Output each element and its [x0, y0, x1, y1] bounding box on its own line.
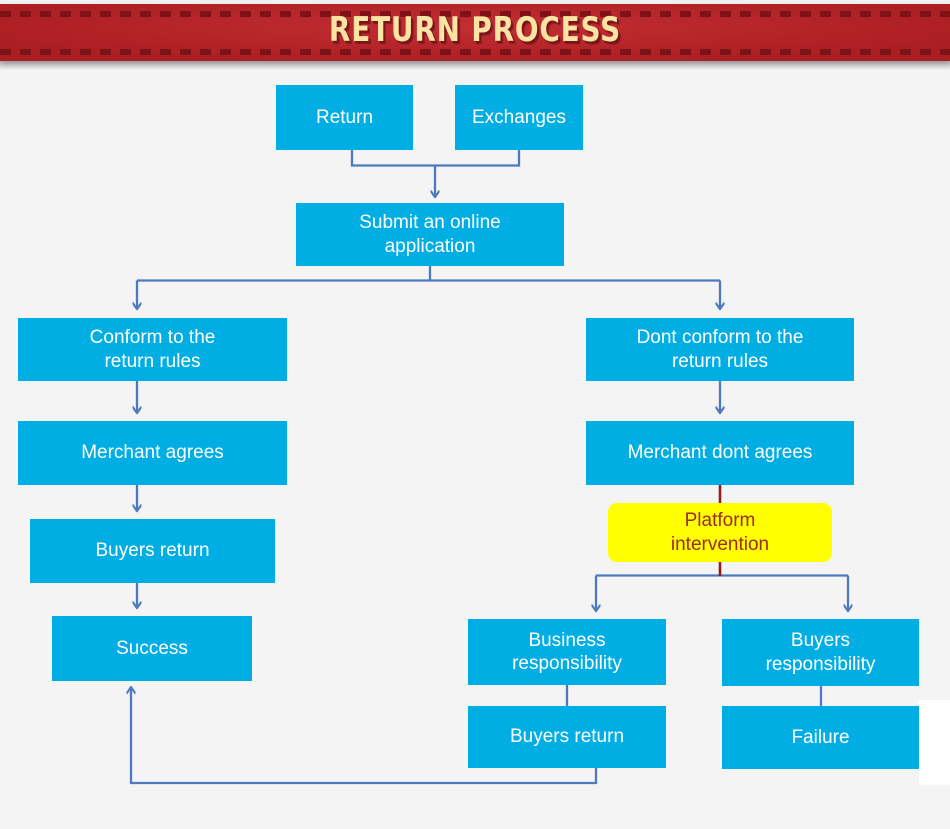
node-submit-application[interactable]: Submit an online application [296, 203, 564, 266]
edge-return-exchanges-merge [350, 150, 521, 167]
header-banner: RETURN PROCESS [0, 0, 950, 70]
node-dont-conform-return-rules[interactable]: Dont conform to the return rules [586, 318, 854, 381]
node-merchant-agrees[interactable]: Merchant agrees [18, 421, 287, 485]
page-title: RETURN PROCESS [328, 10, 622, 50]
node-merchant-dont-agrees[interactable]: Merchant dont agrees [586, 421, 854, 485]
node-buyers-responsibility[interactable]: Buyers responsibility [722, 619, 919, 686]
banner-drop-shadow [0, 61, 950, 70]
node-platform-intervention[interactable]: Platform intervention [608, 503, 832, 562]
diagram-canvas: Return Exchanges Submit an online applic… [0, 70, 950, 829]
flowchart-page: RETURN PROCESS Return Exchanges Submit a… [0, 0, 950, 829]
node-buyers-return-right[interactable]: Buyers return [468, 706, 666, 768]
node-exchanges[interactable]: Exchanges [455, 85, 583, 150]
node-buyers-return-left[interactable]: Buyers return [30, 519, 275, 583]
node-business-responsibility[interactable]: Business responsibility [468, 619, 666, 685]
node-success[interactable]: Success [52, 616, 252, 681]
node-failure[interactable]: Failure [722, 706, 919, 769]
background-patch [919, 700, 950, 785]
node-return[interactable]: Return [276, 85, 413, 150]
node-conform-return-rules[interactable]: Conform to the return rules [18, 318, 287, 381]
